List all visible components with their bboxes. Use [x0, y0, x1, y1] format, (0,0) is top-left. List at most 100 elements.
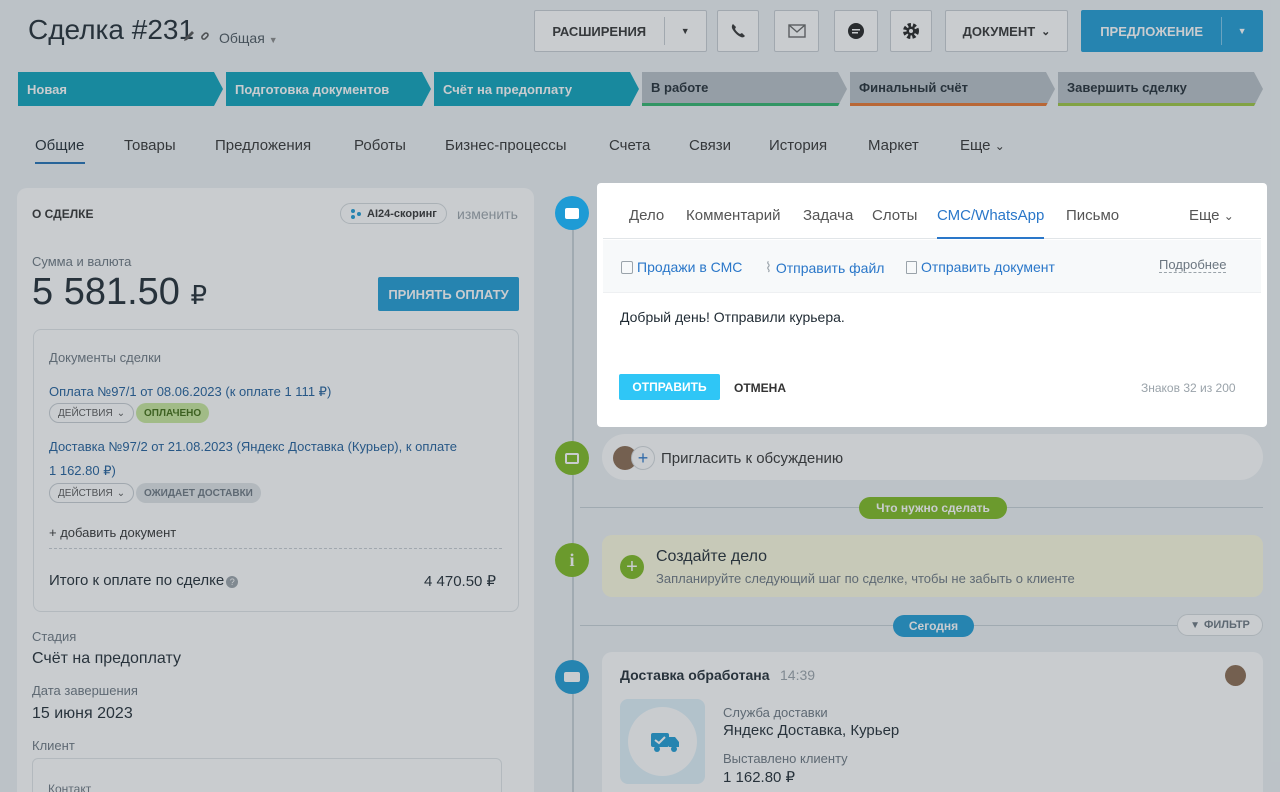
stage-new[interactable]: Новая — [18, 72, 223, 106]
client-box — [32, 758, 502, 792]
avatar[interactable] — [1225, 665, 1246, 686]
pencil-icon[interactable] — [182, 29, 196, 43]
tab-general[interactable]: Общие — [35, 137, 84, 154]
section-heading: О СДЕЛКЕ — [32, 207, 94, 221]
category-select[interactable]: Общая ▼ — [219, 30, 278, 46]
extensions-button[interactable]: РАСШИРЕНИЯ ▼ — [534, 10, 707, 52]
chevron-down-icon: ⌄ — [116, 487, 126, 499]
stage-finish[interactable]: Завершить сделку — [1058, 72, 1263, 106]
message-input[interactable]: Добрый день! Отправили курьера. — [620, 309, 845, 325]
chevron-down-icon: ▼ — [268, 35, 278, 45]
stage-label: Новая — [27, 81, 67, 97]
tab-more[interactable]: Еще ⌄ — [960, 137, 1005, 154]
tab-slots[interactable]: Слоты — [872, 207, 917, 224]
ai-dots-icon — [351, 208, 361, 219]
chevron-down-icon: ⌄ — [1041, 25, 1051, 38]
sales-sms-action[interactable]: Продажи в СМС — [621, 259, 742, 275]
tab-invoices[interactable]: Счета — [609, 137, 650, 154]
send-file-label: Отправить файл — [775, 259, 885, 276]
info-icon[interactable]: ? — [226, 576, 239, 588]
truck-icon — [650, 732, 679, 752]
document-label: ДОКУМЕНТ — [962, 23, 1036, 39]
send-document-action[interactable]: Отправить документ — [906, 259, 1055, 275]
gear-icon — [903, 23, 919, 39]
email-button[interactable] — [774, 10, 819, 52]
chevron-down-icon[interactable]: ▼ — [664, 26, 706, 36]
stage-docs[interactable]: Подготовка документов — [226, 72, 431, 106]
paperclip-icon: ⌇ — [765, 259, 772, 275]
stage-final-invoice[interactable]: Финальный счёт — [850, 72, 1055, 106]
settings-button[interactable] — [890, 10, 932, 52]
stage-in-progress[interactable]: В работе — [642, 72, 847, 106]
tab-bizproc[interactable]: Бизнес-процессы — [445, 137, 567, 154]
offer-button[interactable]: ПРЕДЛОЖЕНИЕ ▼ — [1081, 10, 1263, 52]
stage-field-value[interactable]: Счёт на предоплату — [32, 650, 181, 668]
currency-symbol: ₽ — [190, 280, 208, 310]
link-icon[interactable] — [199, 28, 213, 42]
filter-button[interactable]: ▼ ФИЛЬТР — [1177, 614, 1263, 636]
create-activity-box[interactable] — [602, 535, 1263, 597]
tab-more[interactable]: Еще ⌄ — [1189, 207, 1234, 224]
add-participant-icon[interactable]: + — [631, 446, 655, 470]
timeline-line — [572, 210, 574, 792]
doc1-actions-button[interactable]: ДЕЙСТВИЯ ⌄ — [49, 403, 135, 423]
chat-bubble-icon — [848, 23, 864, 39]
status-badge-paid: ОПЛАЧЕНО — [136, 403, 210, 423]
total-label-text: Итого к оплате по сделке — [49, 572, 225, 589]
send-file-action[interactable]: ⌇ Отправить файл — [765, 259, 884, 276]
cancel-button[interactable]: ОТМЕНА — [734, 381, 786, 395]
bag-icon — [621, 260, 633, 274]
invite-text[interactable]: Пригласить к обсуждению — [661, 450, 843, 467]
client-label: Клиент — [32, 738, 75, 753]
scoring-badge[interactable]: AI24-скоринг — [340, 203, 447, 224]
tab-robots[interactable]: Роботы — [354, 137, 406, 154]
send-document-label: Отправить документ — [921, 259, 1055, 275]
truck-icon — [555, 660, 589, 694]
sales-sms-label: Продажи в СМС — [637, 259, 743, 275]
tab-products[interactable]: Товары — [124, 137, 176, 154]
stage-label: Счёт на предоплату — [443, 81, 573, 97]
tab-sms-whatsapp[interactable]: СМС/WhatsApp — [937, 207, 1044, 224]
chat-button[interactable] — [834, 10, 878, 52]
active-tab-underline — [35, 162, 85, 164]
stage-prepay-invoice[interactable]: Счёт на предоплату — [434, 72, 639, 106]
create-title[interactable]: Создайте дело — [656, 548, 767, 566]
chevron-down-icon[interactable]: ▼ — [1222, 26, 1262, 36]
tab-more-label: Еще — [1189, 207, 1220, 224]
tab-links[interactable]: Связи — [689, 137, 731, 154]
details-link[interactable]: Подробнее — [1159, 257, 1227, 273]
billed-value: 1 162.80 ₽ — [723, 769, 796, 786]
payment-doc-link[interactable]: Оплата №97/1 от 08.06.2023 (к оплате 1 1… — [49, 384, 331, 400]
status-badge-awaiting: ОЖИДАЕТ ДОСТАВКИ — [136, 483, 261, 503]
phone-icon — [731, 24, 745, 38]
stage-label: Подготовка документов — [235, 81, 390, 97]
delivery-doc-link[interactable]: Доставка №97/2 от 21.08.2023 (Яндекс Дос… — [49, 439, 457, 454]
phone-button[interactable] — [717, 10, 759, 52]
service-value: Яндекс Доставка, Курьер — [723, 722, 900, 739]
info-icon: i — [555, 543, 589, 577]
tab-offers[interactable]: Предложения — [215, 137, 311, 154]
plus-circle-icon[interactable]: + — [620, 555, 644, 579]
stage-label: В работе — [651, 80, 709, 95]
tab-history[interactable]: История — [769, 137, 827, 154]
close-date-value[interactable]: 15 июня 2023 — [32, 705, 133, 723]
tab-comment[interactable]: Комментарий — [686, 207, 780, 224]
tab-email[interactable]: Письмо — [1066, 207, 1119, 224]
speech-bubble-icon — [565, 207, 579, 219]
send-button[interactable]: ОТПРАВИТЬ — [619, 374, 720, 400]
tab-task[interactable]: Задача — [803, 207, 853, 224]
document-button[interactable]: ДОКУМЕНТ ⌄ — [945, 10, 1068, 52]
sum-value: 5 581.50 ₽ — [32, 271, 207, 314]
delivery-title: Доставка обработана — [620, 667, 770, 683]
doc2-actions-button[interactable]: ДЕЙСТВИЯ ⌄ — [49, 483, 135, 503]
stage-field-label: Стадия — [32, 629, 77, 644]
billed-label: Выставлено клиенту — [723, 751, 848, 766]
add-document-link[interactable]: + добавить документ — [49, 525, 176, 540]
edit-link[interactable]: изменить — [457, 206, 518, 222]
chevron-down-icon: ⌄ — [116, 407, 126, 419]
accept-payment-button[interactable]: ПРИНЯТЬ ОПЛАТУ — [378, 277, 519, 311]
tab-market[interactable]: Маркет — [868, 137, 919, 154]
stage-label: Завершить сделку — [1067, 80, 1187, 95]
delivery-doc-link-cont[interactable]: 1 162.80 ₽) — [49, 463, 116, 479]
tab-activity[interactable]: Дело — [629, 207, 664, 224]
